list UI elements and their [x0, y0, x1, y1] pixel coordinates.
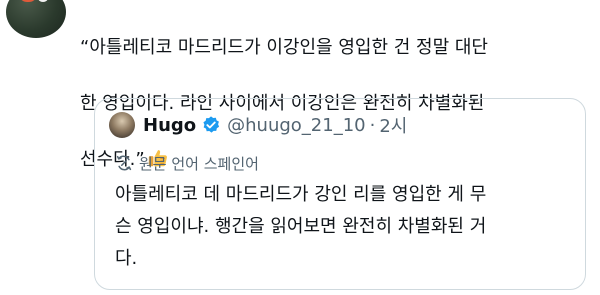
quoted-tweet-header: Hugo @huugo_21_10 · 2시	[109, 111, 407, 139]
quoted-text-line: 슨 영입이냐. 행간을 읽어보면 완전히 차별화된 거	[115, 216, 487, 237]
quoted-author-handle[interactable]: @huugo_21_10	[227, 115, 365, 136]
translation-label: 원문 언어 스페인어	[139, 154, 259, 173]
quoted-tweet-time[interactable]: 2시	[379, 112, 407, 138]
quoted-text-line: 아틀레티코 데 마드리드가 강인 리를 영입한 게 무	[115, 184, 487, 205]
quoted-text-line: 다.	[115, 248, 138, 269]
quoted-author-avatar[interactable]	[109, 112, 135, 138]
avatar-detail	[38, 0, 48, 2]
avatar-detail	[20, 0, 36, 2]
separator-dot: ·	[369, 114, 376, 136]
translation-notice[interactable]: 원문 언어 스페인어	[115, 151, 259, 175]
author-avatar[interactable]	[6, 0, 66, 38]
tweet-text-line: “아틀레티코 마드리드가 이강인을 영입한 건 정말 대단	[80, 37, 488, 58]
quoted-author-name[interactable]: Hugo	[143, 115, 196, 136]
quoted-tweet-card[interactable]: Hugo @huugo_21_10 · 2시 원문 언어 스페인어 아틀레티코 …	[94, 98, 586, 290]
verified-badge-icon	[203, 116, 220, 133]
quoted-tweet-text: 아틀레티코 데 마드리드가 강인 리를 영입한 게 무 슨 영입이냐. 행간을 …	[115, 179, 577, 275]
translate-icon	[116, 155, 132, 171]
